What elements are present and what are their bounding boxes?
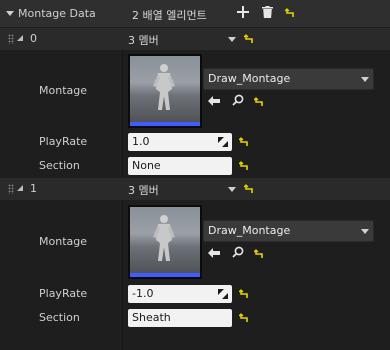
chevron-down-icon[interactable]: [228, 187, 236, 192]
element-index: 0: [30, 32, 37, 45]
element-1-header: 1 3 멤버: [0, 178, 390, 200]
reset-arrow-icon[interactable]: [239, 289, 249, 299]
playrate-input[interactable]: 1.0: [128, 133, 232, 151]
playrate-label: PlayRate: [39, 287, 88, 300]
use-selected-arrow-icon[interactable]: [208, 96, 220, 106]
section-value: Sheath: [132, 311, 171, 324]
asset-type-bar: [130, 122, 200, 126]
member-count: 3 멤버: [128, 34, 159, 47]
character-icon: [153, 64, 175, 110]
playrate-value: 1.0: [132, 135, 150, 148]
expand-icon[interactable]: [17, 35, 23, 41]
montage-data-header: Montage Data 2 배열 엘리먼트: [0, 0, 390, 27]
section-value: None: [132, 159, 161, 172]
montage-asset-name: Draw_Montage: [208, 224, 291, 237]
asset-type-bar: [130, 273, 200, 277]
playrate-value: -1.0: [132, 287, 154, 300]
drag-handle-icon[interactable]: [8, 34, 14, 44]
trash-icon[interactable]: [262, 6, 273, 21]
column-divider[interactable]: [122, 0, 123, 350]
spin-drag-icon[interactable]: [218, 137, 228, 147]
playrate-input[interactable]: -1.0: [128, 285, 232, 303]
character-icon: [153, 215, 175, 261]
reset-arrow-icon[interactable]: [244, 34, 254, 44]
member-count: 3 멤버: [128, 184, 159, 197]
plus-icon[interactable]: [237, 6, 249, 21]
montage-asset-name: Draw_Montage: [208, 72, 291, 85]
chevron-down-icon[interactable]: [361, 229, 369, 234]
element-0-header: 0 3 멤버: [0, 28, 390, 50]
chevron-down-icon[interactable]: [228, 37, 236, 42]
montage-thumbnail[interactable]: [128, 54, 202, 128]
montage-asset-picker[interactable]: Draw_Montage: [203, 68, 374, 90]
spin-drag-icon[interactable]: [218, 289, 228, 299]
element-index: 1: [30, 182, 37, 195]
section-input[interactable]: Sheath: [128, 309, 232, 327]
chevron-down-icon[interactable]: [361, 77, 369, 82]
montage-asset-picker[interactable]: Draw_Montage: [203, 220, 374, 242]
reset-arrow-icon[interactable]: [254, 97, 264, 107]
search-icon[interactable]: [232, 246, 244, 261]
reset-arrow-icon[interactable]: [239, 137, 249, 147]
collapse-icon[interactable]: [6, 11, 14, 16]
section-input[interactable]: None: [128, 157, 232, 175]
array-count: 2 배열 엘리먼트: [132, 9, 207, 22]
expand-icon[interactable]: [17, 185, 23, 191]
reset-arrow-icon[interactable]: [285, 8, 295, 18]
search-icon[interactable]: [232, 94, 244, 109]
montage-label: Montage: [39, 84, 87, 97]
reset-arrow-icon[interactable]: [244, 184, 254, 194]
section-label: Section: [39, 159, 80, 172]
reset-arrow-icon[interactable]: [239, 161, 249, 171]
reset-arrow-icon[interactable]: [254, 249, 264, 259]
use-selected-arrow-icon[interactable]: [208, 248, 220, 258]
section-label: Section: [39, 311, 80, 324]
playrate-label: PlayRate: [39, 135, 88, 148]
montage-thumbnail[interactable]: [128, 205, 202, 279]
montage-data-label: Montage Data: [18, 7, 96, 20]
drag-handle-icon[interactable]: [8, 184, 14, 194]
reset-arrow-icon[interactable]: [239, 313, 249, 323]
montage-label: Montage: [39, 235, 87, 248]
